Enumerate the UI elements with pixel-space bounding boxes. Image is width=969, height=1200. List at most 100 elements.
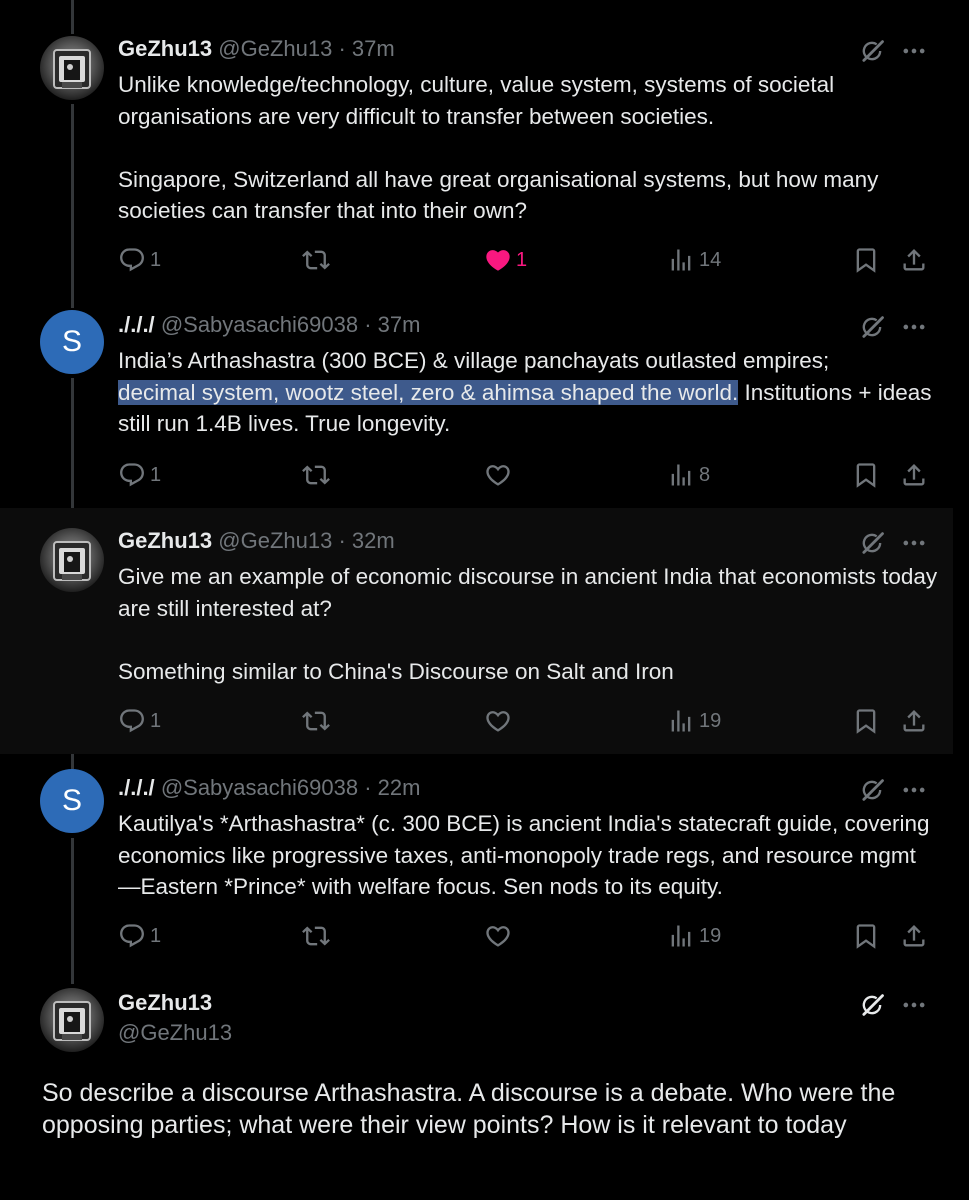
repost-button[interactable] bbox=[302, 920, 334, 952]
tweet-header: ./././ @Sabyasachi69038 · 37m bbox=[118, 310, 420, 340]
display-name[interactable]: GeZhu13 bbox=[118, 528, 212, 553]
views-count: 14 bbox=[699, 248, 722, 271]
views-button[interactable]: 14 bbox=[667, 244, 721, 276]
main-tweet-text: So describe a discourse Arthashastra. A … bbox=[42, 1079, 896, 1139]
tweet[interactable]: S ./././ @Sabyasachi69038 · 22m Kautilya… bbox=[0, 754, 953, 974]
repost-button[interactable] bbox=[302, 705, 334, 737]
separator: · bbox=[364, 775, 372, 800]
more-icon[interactable] bbox=[898, 313, 930, 341]
reply-count: 1 bbox=[150, 248, 162, 271]
like-button[interactable] bbox=[484, 705, 516, 737]
display-name[interactable]: GeZhu13 bbox=[118, 36, 212, 61]
reply-button[interactable]: 1 bbox=[118, 920, 161, 952]
repost-icon bbox=[302, 246, 330, 274]
like-icon bbox=[484, 707, 512, 735]
selected-text: decimal system, wootz steel, zero & ahim… bbox=[118, 379, 739, 405]
bookmark-icon bbox=[852, 707, 880, 735]
reply-icon bbox=[118, 707, 146, 735]
bookmark-icon bbox=[852, 922, 880, 950]
user-handle[interactable]: @Sabyasachi69038 bbox=[161, 775, 358, 800]
share-button[interactable] bbox=[900, 459, 928, 491]
tweet-text: Unlike knowledge/technology, culture, va… bbox=[118, 72, 879, 223]
like-count: 1 bbox=[516, 248, 528, 271]
timestamp[interactable]: 22m bbox=[378, 775, 421, 800]
user-handle[interactable]: @GeZhu13 bbox=[218, 36, 332, 61]
like-icon bbox=[484, 922, 512, 950]
grok-icon[interactable] bbox=[858, 776, 886, 804]
share-icon bbox=[900, 922, 928, 950]
grok-icon[interactable] bbox=[858, 313, 886, 341]
avatar[interactable] bbox=[40, 988, 104, 1052]
grok-icon[interactable] bbox=[858, 37, 886, 65]
timestamp[interactable]: 32m bbox=[352, 528, 395, 553]
display-name[interactable]: ./././ bbox=[118, 775, 155, 800]
share-button[interactable] bbox=[900, 244, 928, 276]
views-button[interactable]: 19 bbox=[667, 920, 721, 952]
action-bar: 1 19 bbox=[118, 920, 933, 952]
action-bar: 1 1 14 bbox=[118, 244, 933, 276]
display-name[interactable]: GeZhu13 bbox=[118, 990, 212, 1016]
bookmark-button[interactable] bbox=[852, 244, 880, 276]
share-button[interactable] bbox=[900, 920, 928, 952]
bookmark-button[interactable] bbox=[852, 705, 880, 737]
views-icon bbox=[667, 246, 695, 274]
reply-button[interactable]: 1 bbox=[118, 459, 161, 491]
tweet-text: Give me an example of economic discourse… bbox=[118, 564, 938, 684]
bookmark-icon bbox=[852, 461, 880, 489]
share-icon bbox=[900, 707, 928, 735]
action-bar: 1 8 bbox=[118, 459, 933, 491]
like-icon bbox=[484, 246, 512, 274]
more-icon[interactable] bbox=[898, 529, 930, 557]
share-icon bbox=[900, 246, 928, 274]
avatar[interactable]: S bbox=[40, 769, 104, 833]
timestamp[interactable]: 37m bbox=[378, 312, 421, 337]
user-handle[interactable]: @GeZhu13 bbox=[218, 528, 332, 553]
views-button[interactable]: 19 bbox=[667, 705, 721, 737]
more-icon[interactable] bbox=[898, 991, 930, 1019]
like-icon bbox=[484, 461, 512, 489]
more-icon[interactable] bbox=[898, 37, 930, 65]
repost-button[interactable] bbox=[302, 459, 334, 491]
tweet[interactable]: S ./././ @Sabyasachi69038 · 37m India’s … bbox=[0, 296, 953, 508]
tweet[interactable]: GeZhu13 @GeZhu13 · 32m Give me an exampl… bbox=[0, 508, 953, 754]
like-button[interactable] bbox=[484, 459, 516, 491]
repost-icon bbox=[302, 707, 330, 735]
reply-icon bbox=[118, 922, 146, 950]
repost-button[interactable] bbox=[302, 244, 334, 276]
tweet-header: ./././ @Sabyasachi69038 · 22m bbox=[118, 773, 420, 803]
tweet[interactable]: GeZhu13 @GeZhu13 · 37m Unlike knowledge/… bbox=[0, 0, 953, 296]
views-icon bbox=[667, 922, 695, 950]
reply-button[interactable]: 1 bbox=[118, 705, 161, 737]
avatar[interactable] bbox=[40, 528, 104, 592]
avatar[interactable] bbox=[40, 36, 104, 100]
like-button[interactable] bbox=[484, 920, 516, 952]
bookmark-button[interactable] bbox=[852, 459, 880, 491]
repost-icon bbox=[302, 922, 330, 950]
tweet-header: GeZhu13 @GeZhu13 · 37m bbox=[118, 34, 395, 64]
tweet-header: GeZhu13 @GeZhu13 · 32m bbox=[118, 526, 395, 556]
reply-icon bbox=[118, 246, 146, 274]
tweet-text: Kautilya's *Arthashastra* (c. 300 BCE) i… bbox=[118, 811, 936, 899]
grok-icon[interactable] bbox=[858, 529, 886, 557]
reply-icon bbox=[118, 461, 146, 489]
views-icon bbox=[667, 707, 695, 735]
more-icon[interactable] bbox=[898, 776, 930, 804]
share-button[interactable] bbox=[900, 705, 928, 737]
separator: · bbox=[338, 528, 346, 553]
views-button[interactable]: 8 bbox=[667, 459, 710, 491]
user-handle[interactable]: @Sabyasachi69038 bbox=[161, 312, 358, 337]
share-icon bbox=[900, 461, 928, 489]
reply-count: 1 bbox=[150, 924, 162, 947]
conversation-thread: GeZhu13 @GeZhu13 · 37m Unlike knowledge/… bbox=[0, 0, 969, 1200]
reply-button[interactable]: 1 bbox=[118, 244, 161, 276]
like-button[interactable]: 1 bbox=[484, 244, 527, 276]
bookmark-button[interactable] bbox=[852, 920, 880, 952]
views-count: 19 bbox=[699, 924, 722, 947]
user-handle[interactable]: @GeZhu13 bbox=[118, 1020, 232, 1046]
timestamp[interactable]: 37m bbox=[352, 36, 395, 61]
avatar[interactable]: S bbox=[40, 310, 104, 374]
bookmark-icon bbox=[852, 246, 880, 274]
views-count: 8 bbox=[699, 463, 711, 486]
display-name[interactable]: ./././ bbox=[118, 312, 155, 337]
grok-icon[interactable] bbox=[858, 991, 886, 1019]
